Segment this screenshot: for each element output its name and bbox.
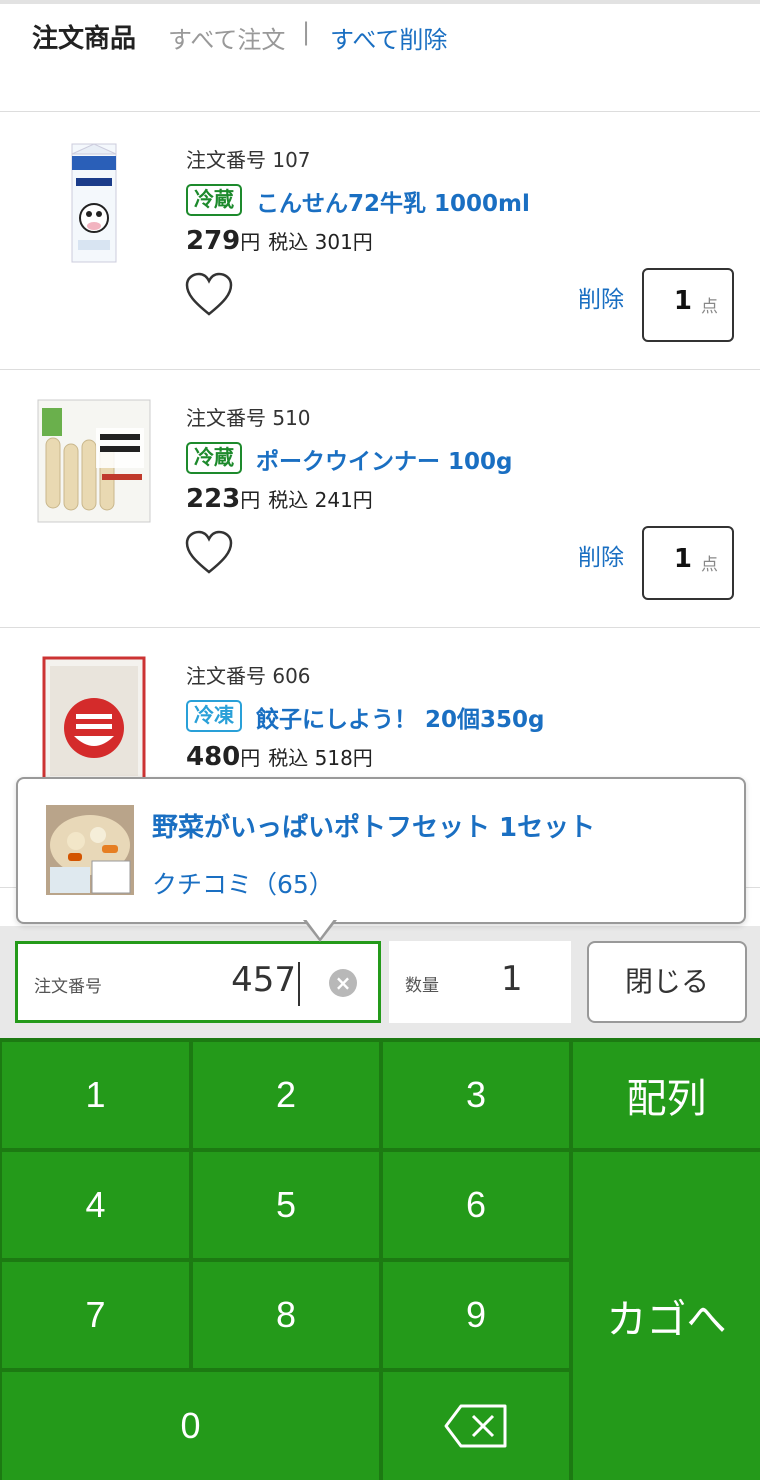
- key-0[interactable]: 0: [2, 1372, 379, 1480]
- order-number: 注文番号 510: [186, 406, 311, 430]
- order-input-bar: 注文番号 457 × 数量 1 閉じる: [0, 926, 760, 1038]
- product-suggestion-popup[interactable]: 野菜がいっぱいポトフセット 1セット クチコミ（65）: [16, 777, 746, 924]
- price: 223円 税込 241円: [186, 484, 373, 514]
- quantity-value: 1: [673, 286, 692, 316]
- favorite-heart-icon[interactable]: [184, 272, 234, 318]
- favorite-heart-icon[interactable]: [184, 530, 234, 576]
- header-separator: |: [302, 18, 311, 46]
- tax-price: 税込 241円: [268, 488, 373, 512]
- quantity-unit: 点: [701, 297, 718, 317]
- text-caret: [298, 962, 300, 1006]
- price: 279円 税込 301円: [186, 226, 373, 256]
- backspace-key[interactable]: [383, 1372, 569, 1480]
- popup-pointer: [303, 918, 337, 942]
- page-title: 注文商品: [32, 24, 137, 54]
- key-8[interactable]: 8: [193, 1262, 379, 1368]
- quantity-input-value: 1: [501, 959, 523, 999]
- product-image-milk[interactable]: [36, 140, 152, 266]
- numeric-keypad: 1 2 3 配列 4 5 6 カゴへ 7 8 9 0: [0, 1038, 760, 1480]
- price-yen: 円: [240, 746, 261, 770]
- order-number-value: 457: [231, 960, 296, 1000]
- quantity-value: 1: [673, 544, 692, 574]
- tax-price: 税込 301円: [268, 230, 373, 254]
- quantity-field[interactable]: 数量 1: [389, 941, 571, 1023]
- product-image-gyoza[interactable]: [36, 656, 152, 782]
- price-value: 279: [186, 226, 241, 256]
- key-6[interactable]: 6: [383, 1152, 569, 1258]
- delete-item-button[interactable]: 削除: [578, 538, 624, 572]
- quantity-unit: 点: [701, 555, 718, 575]
- storage-badge: 冷蔵: [186, 184, 242, 216]
- tax-price: 税込 518円: [268, 746, 373, 770]
- order-number: 注文番号 606: [186, 664, 311, 688]
- close-keypad-button[interactable]: 閉じる: [587, 941, 747, 1023]
- price-yen: 円: [240, 230, 261, 254]
- key-1[interactable]: 1: [2, 1042, 189, 1148]
- order-number-field[interactable]: 注文番号 457 ×: [15, 941, 381, 1023]
- key-3[interactable]: 3: [383, 1042, 569, 1148]
- clear-input-icon[interactable]: ×: [329, 969, 357, 997]
- storage-badge: 冷蔵: [186, 442, 242, 474]
- price-value: 223: [186, 484, 241, 514]
- key-7[interactable]: 7: [2, 1262, 189, 1368]
- order-number-label: 注文番号: [34, 977, 102, 997]
- suggestion-product-name[interactable]: 野菜がいっぱいポトフセット 1セット: [152, 807, 595, 844]
- key-9[interactable]: 9: [383, 1262, 569, 1368]
- delete-item-button[interactable]: 削除: [578, 280, 624, 314]
- product-image-sausage[interactable]: [36, 398, 152, 524]
- storage-badge: 冷凍: [186, 700, 242, 732]
- key-4[interactable]: 4: [2, 1152, 189, 1258]
- delete-all-button[interactable]: すべて削除: [330, 20, 447, 55]
- key-5[interactable]: 5: [193, 1152, 379, 1258]
- product-name-link[interactable]: ポークウインナー 100g: [256, 442, 512, 476]
- price: 480円 税込 518円: [186, 742, 373, 772]
- add-to-cart-key[interactable]: カゴへ: [573, 1152, 760, 1480]
- price-yen: 円: [240, 488, 261, 512]
- layout-key[interactable]: 配列: [573, 1042, 760, 1148]
- product-name-link[interactable]: 餃子にしよう！ 20個350g: [256, 700, 545, 734]
- price-value: 480: [186, 742, 241, 772]
- key-2[interactable]: 2: [193, 1042, 379, 1148]
- cart-item: 注文番号 107 冷蔵 こんせん72牛乳 1000ml 279円 税込 301円 …: [0, 112, 760, 370]
- quantity-box[interactable]: 1 点: [642, 268, 734, 342]
- quantity-label: 数量: [405, 976, 439, 996]
- cart-item: 注文番号 510 冷蔵 ポークウインナー 100g 223円 税込 241円 削除…: [0, 370, 760, 628]
- order-number: 注文番号 107: [186, 148, 311, 172]
- product-name-link[interactable]: こんせん72牛乳 1000ml: [256, 184, 530, 218]
- suggestion-reviews-link[interactable]: クチコミ（65）: [152, 865, 334, 901]
- order-all-button[interactable]: すべて注文: [168, 20, 285, 55]
- suggestion-product-image: [46, 805, 134, 895]
- cart-header: 注文商品 すべて注文 | すべて削除: [0, 0, 760, 112]
- quantity-box[interactable]: 1 点: [642, 526, 734, 600]
- backspace-icon: [444, 1404, 507, 1448]
